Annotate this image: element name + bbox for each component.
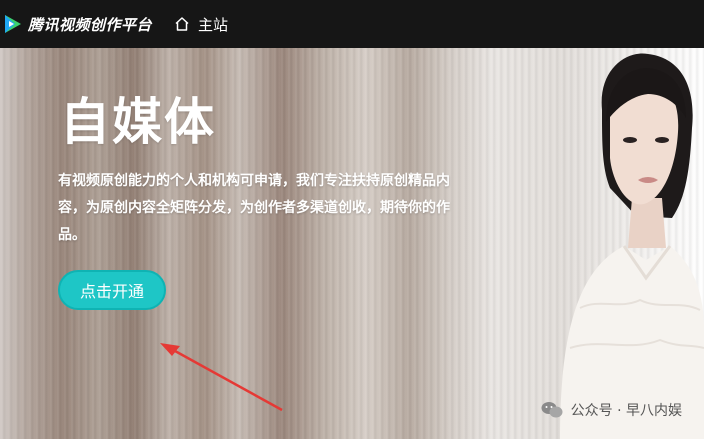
logo[interactable]: 腾讯视频创作平台 (4, 0, 152, 48)
watermark-text: 公众号 · 早八内娱 (570, 403, 682, 419)
logo-text: 腾讯视频创作平台 (28, 15, 153, 34)
home-icon (175, 17, 189, 31)
hero-description: 有视频原创能力的个人和机构可申请，我们专注扶持原创精品内容，为原创内容全矩阵分发… (58, 173, 450, 243)
tencent-video-logo-icon (5, 15, 21, 33)
hero-title: 自媒体 (60, 93, 216, 151)
watermark: 公众号 · 早八内娱 (541, 400, 682, 420)
activate-button[interactable]: 点击开通 (58, 270, 166, 310)
home-link[interactable]: 主站 (174, 14, 228, 35)
top-nav-bar: 腾讯视频创作平台 主站 (0, 0, 704, 48)
wechat-icon (541, 402, 563, 418)
banner-portrait-image (560, 53, 704, 439)
home-label: 主站 (198, 15, 229, 34)
